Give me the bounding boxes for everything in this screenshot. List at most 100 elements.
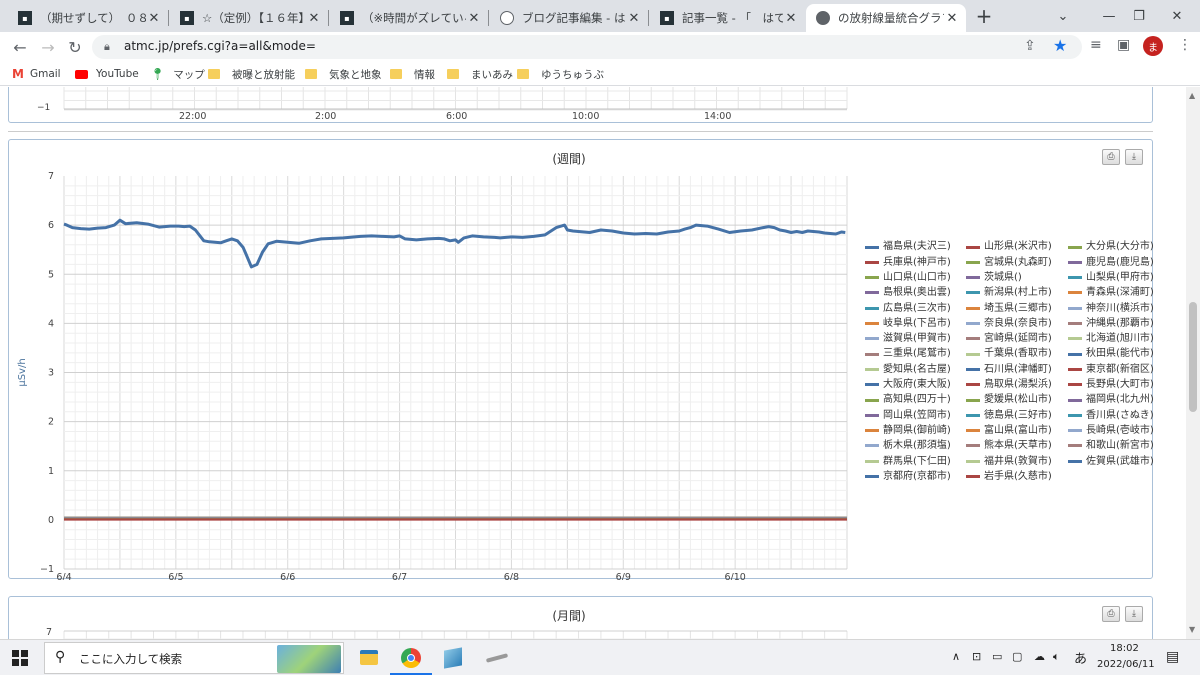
legend-item[interactable]: 京都府(京都市) xyxy=(865,470,951,484)
legend-item[interactable]: 宮崎県(延岡市) xyxy=(966,332,1052,346)
download-button[interactable]: ⤓ xyxy=(1125,606,1143,622)
ime-indicator[interactable]: あ xyxy=(1074,648,1087,667)
bookmark-folder[interactable]: 被曝と放射能 xyxy=(208,66,295,82)
legend-item[interactable]: 宮城県(丸森町) xyxy=(966,255,1052,269)
clock-time[interactable]: 18:02 xyxy=(1110,643,1139,654)
bookmark-folder[interactable]: 情報 xyxy=(390,66,435,82)
app-icon[interactable] xyxy=(444,647,462,669)
legend-item[interactable]: 鹿児島(鹿児島) xyxy=(1068,255,1154,269)
page-scrollbar[interactable]: ▲ ▼ xyxy=(1186,87,1200,639)
display-icon[interactable]: ▢ xyxy=(1012,650,1022,663)
network-icon[interactable]: ⊡ xyxy=(972,650,981,663)
legend-item[interactable]: 神奈川(横浜市) xyxy=(1068,301,1154,315)
legend-item[interactable]: 長崎県(壱岐市) xyxy=(1068,424,1154,438)
legend-item[interactable]: 福島県(夫沢三) xyxy=(865,240,951,254)
share-icon[interactable]: ⇪ xyxy=(1024,38,1036,54)
legend-item[interactable]: 岡山県(笠岡市) xyxy=(865,408,951,422)
close-tab-icon[interactable]: ✕ xyxy=(466,11,482,26)
legend-item[interactable]: 熊本県(天草市) xyxy=(966,439,1052,453)
legend-item[interactable]: 高知県(四万十) xyxy=(865,393,951,407)
bookmark-maps[interactable]: 📍︎ マップ xyxy=(150,66,205,82)
forward-icon[interactable]: → xyxy=(36,36,60,58)
legend-item[interactable]: 石川県(津幡町) xyxy=(966,362,1052,376)
legend-item[interactable]: 大阪府(東大阪) xyxy=(865,378,951,392)
legend-item[interactable]: 青森県(深浦町) xyxy=(1068,286,1154,300)
legend-item[interactable]: 山形県(米沢市) xyxy=(966,240,1052,254)
taskbar-search-box[interactable]: ⚲ ここに入力して検索 xyxy=(44,642,344,674)
legend-item[interactable]: 茨城県() xyxy=(966,271,1022,285)
notification-icon[interactable]: ▤ xyxy=(1166,649,1179,665)
legend-item[interactable]: 佐賀県(武雄市) xyxy=(1068,454,1154,468)
legend-item[interactable]: 群馬県(下仁田) xyxy=(865,454,951,468)
onedrive-icon[interactable]: ☁︎ xyxy=(1034,650,1045,663)
legend-item[interactable]: 島根県(奥出雲) xyxy=(865,286,951,300)
side-panel-icon[interactable]: ▣ xyxy=(1117,37,1130,53)
profile-avatar[interactable]: ま xyxy=(1143,36,1163,56)
legend-item[interactable]: 福井県(敦賀市) xyxy=(966,454,1052,468)
legend-item[interactable]: 兵庫県(神戸市) xyxy=(865,255,951,269)
scrollbar-thumb[interactable] xyxy=(1189,302,1197,412)
close-tab-icon[interactable]: ✕ xyxy=(146,11,162,26)
browser-tab[interactable]: ブログ記事編集 - はてな ✕ xyxy=(490,4,648,32)
browser-tab[interactable]: ▪ 記事一覧 - 「 はてな ✕ xyxy=(650,4,805,32)
legend-item[interactable]: 長野県(大町市) xyxy=(1068,378,1154,392)
legend-item[interactable]: 三重県(尾鷲市) xyxy=(865,347,951,361)
scroll-down-icon[interactable]: ▼ xyxy=(1189,625,1195,634)
legend-item[interactable]: 徳島県(三好市) xyxy=(966,408,1052,422)
legend-item[interactable]: 静岡県(御前崎) xyxy=(865,424,951,438)
legend-item[interactable]: 岩手県(久慈市) xyxy=(966,470,1052,484)
print-button[interactable]: ⎙ xyxy=(1102,149,1120,165)
bookmark-gmail[interactable]: M Gmail xyxy=(12,66,61,82)
legend-item[interactable]: 和歌山(新宮市) xyxy=(1068,439,1154,453)
legend-item[interactable]: 山梨県(甲府市) xyxy=(1068,271,1154,285)
scroll-up-icon[interactable]: ▲ xyxy=(1189,91,1195,100)
close-tab-icon[interactable]: ✕ xyxy=(944,11,960,26)
bookmark-folder[interactable]: まいあみ xyxy=(447,66,513,82)
legend-item[interactable]: 山口県(山口市) xyxy=(865,271,951,285)
legend-item[interactable]: 新潟県(村上市) xyxy=(966,286,1052,300)
menu-icon[interactable]: ⋮ xyxy=(1178,37,1192,53)
download-button[interactable]: ⤓ xyxy=(1125,149,1143,165)
close-tab-icon[interactable]: ✕ xyxy=(306,11,322,26)
speaker-icon[interactable]: 🔈︎ xyxy=(1053,650,1060,664)
browser-tab[interactable]: ▪ ☆（定例）【１６年】 ✕ xyxy=(170,4,328,32)
tab-search-icon[interactable]: ⌄ xyxy=(1040,0,1086,32)
bookmark-folder[interactable]: ゆうちゅうぶ xyxy=(517,66,604,82)
browser-tab[interactable]: ▪ （※時間がズレている記 ✕ xyxy=(330,4,488,32)
reload-icon[interactable]: ↻ xyxy=(63,36,87,58)
battery-icon[interactable]: ▭ xyxy=(992,650,1002,663)
chrome-icon[interactable] xyxy=(401,648,421,668)
bookmark-star-icon[interactable]: ★ xyxy=(1053,36,1067,55)
media-control-icon[interactable]: ≡ xyxy=(1090,37,1102,53)
legend-item[interactable]: 北海道(旭川市) xyxy=(1068,332,1154,346)
show-hidden-icons[interactable]: ∧ xyxy=(952,650,960,663)
close-tab-icon[interactable]: ✕ xyxy=(626,11,642,26)
windows-start-icon[interactable] xyxy=(12,650,28,666)
url-text[interactable]: atmc.jp/prefs.cgi?a=all&mode= xyxy=(124,39,316,53)
legend-item[interactable]: 愛知県(名古屋) xyxy=(865,362,951,376)
file-explorer-icon[interactable] xyxy=(360,650,378,665)
new-tab-button[interactable]: + xyxy=(972,4,996,28)
bookmark-folder[interactable]: 気象と地象 xyxy=(305,66,382,82)
legend-item[interactable]: 東京都(新宿区) xyxy=(1068,362,1154,376)
legend-item[interactable]: 埼玉県(三郷市) xyxy=(966,301,1052,315)
legend-item[interactable]: 滋賀県(甲賀市) xyxy=(865,332,951,346)
legend-item[interactable]: 鳥取県(湯梨浜) xyxy=(966,378,1052,392)
close-window-button[interactable]: ✕ xyxy=(1154,0,1200,32)
pen-app-icon[interactable] xyxy=(485,653,509,663)
print-button[interactable]: ⎙ xyxy=(1102,606,1120,622)
legend-item[interactable]: 富山県(富山市) xyxy=(966,424,1052,438)
legend-item[interactable]: 栃木県(那須塩) xyxy=(865,439,951,453)
legend-item[interactable]: 広島県(三次市) xyxy=(865,301,951,315)
clock-date[interactable]: 2022/06/11 xyxy=(1097,659,1155,670)
back-icon[interactable]: ← xyxy=(8,36,32,58)
legend-item[interactable]: 大分県(大分市) xyxy=(1068,240,1154,254)
legend-item[interactable]: 奈良県(奈良市) xyxy=(966,317,1052,331)
bookmark-youtube[interactable]: YouTube xyxy=(75,66,139,82)
legend-item[interactable]: 千葉県(香取市) xyxy=(966,347,1052,361)
legend-item[interactable]: 福岡県(北九州) xyxy=(1068,393,1154,407)
browser-tab[interactable]: ▪ （期せずして） ０８： ✕ xyxy=(8,4,168,32)
legend-item[interactable]: 岐阜県(下呂市) xyxy=(865,317,951,331)
legend-item[interactable]: 沖縄県(那覇市) xyxy=(1068,317,1154,331)
close-tab-icon[interactable]: ✕ xyxy=(783,11,799,26)
